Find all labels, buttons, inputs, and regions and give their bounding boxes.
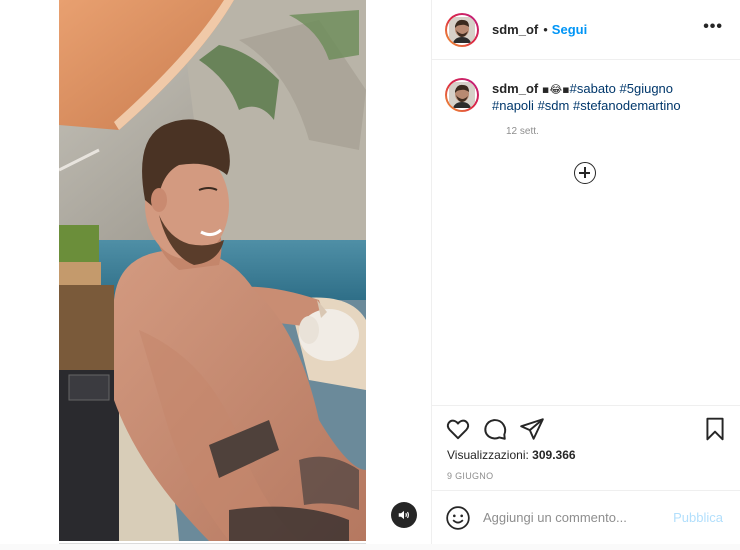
separator-dot: • bbox=[543, 22, 548, 37]
follow-button[interactable]: Segui bbox=[552, 22, 587, 37]
caption-avatar[interactable] bbox=[445, 78, 479, 112]
heart-icon bbox=[446, 419, 470, 440]
hashtag-stefanodemartino[interactable]: #stefanodemartino bbox=[573, 98, 681, 113]
page-bottom bbox=[0, 544, 740, 550]
post-date[interactable]: 9 GIUGNO bbox=[447, 471, 493, 481]
comments-section: sdm_of ▪😂▪#sabato #5giugno #napoli #sdm … bbox=[432, 60, 740, 405]
post-sidebar: sdm_of • Segui ••• sdm_of ▪😂▪#sabato #5g… bbox=[431, 0, 740, 544]
post-card: sdm_of • Segui ••• sdm_of ▪😂▪#sabato #5g… bbox=[0, 0, 740, 544]
avatar-image bbox=[447, 14, 477, 45]
hashtag-sdm[interactable]: #sdm bbox=[538, 98, 570, 113]
media-right-gutter bbox=[366, 0, 431, 544]
bookmark-icon bbox=[706, 417, 724, 441]
action-bar bbox=[432, 405, 740, 451]
header-username[interactable]: sdm_of bbox=[492, 22, 538, 37]
comment-input[interactable] bbox=[483, 510, 663, 525]
views-value: 309.366 bbox=[532, 448, 576, 462]
like-button[interactable] bbox=[445, 416, 471, 442]
views-count[interactable]: Visualizzazioni: 309.366 bbox=[447, 448, 576, 462]
smiley-icon[interactable] bbox=[445, 505, 471, 531]
more-icon[interactable]: ••• bbox=[703, 18, 723, 36]
caption-avatar-image bbox=[447, 80, 477, 110]
caption-text: sdm_of ▪😂▪#sabato #5giugno #napoli #sdm … bbox=[492, 81, 712, 114]
share-button[interactable] bbox=[519, 416, 545, 442]
comment-icon bbox=[484, 419, 507, 440]
caption-username[interactable]: sdm_of bbox=[492, 81, 538, 96]
user-photo-icon bbox=[449, 16, 475, 43]
hashtag-sabato[interactable]: #sabato bbox=[570, 81, 616, 96]
video-frame bbox=[59, 0, 366, 541]
avatar[interactable] bbox=[445, 12, 479, 47]
hashtag-napoli[interactable]: #napoli bbox=[492, 98, 534, 113]
caption-emoji: ▪😂▪ bbox=[541, 83, 570, 96]
plus-circle-icon[interactable] bbox=[574, 162, 596, 184]
caption: sdm_of ▪😂▪#sabato #5giugno #napoli #sdm … bbox=[445, 78, 728, 114]
share-icon bbox=[520, 418, 544, 440]
publish-button[interactable]: Pubblica bbox=[673, 510, 723, 525]
views-label: Visualizzazioni: bbox=[447, 448, 529, 462]
post-video[interactable] bbox=[59, 0, 366, 541]
comment-button[interactable] bbox=[482, 416, 508, 442]
user-photo-icon bbox=[449, 82, 475, 108]
audio-toggle-button[interactable] bbox=[391, 502, 417, 528]
caption-time: 12 sett. bbox=[506, 126, 539, 137]
hashtag-5giugno[interactable]: #5giugno bbox=[620, 81, 674, 96]
comment-form: Pubblica bbox=[432, 490, 740, 544]
speaker-icon bbox=[398, 510, 409, 520]
save-button[interactable] bbox=[702, 416, 728, 442]
left-gutter bbox=[0, 0, 59, 544]
post-header: sdm_of • Segui ••• bbox=[432, 0, 740, 60]
page: sdm_of • Segui ••• sdm_of ▪😂▪#sabato #5g… bbox=[0, 0, 740, 550]
